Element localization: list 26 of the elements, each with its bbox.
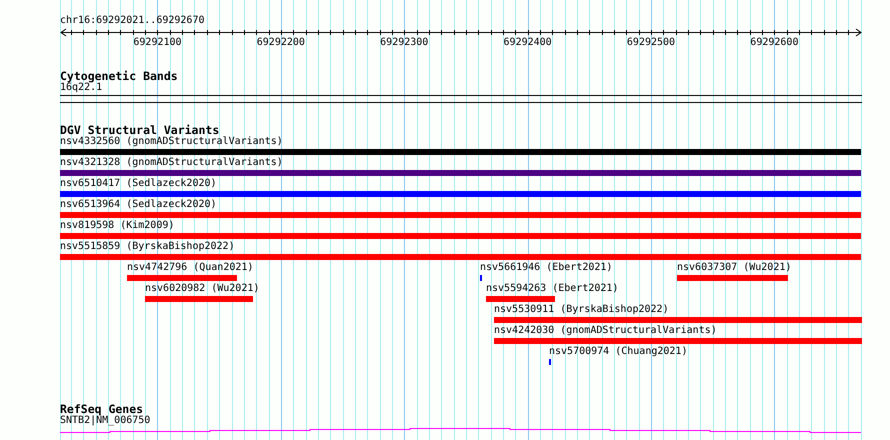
- variant-label: nsv4332560 (gnomADStructuralVariants): [60, 136, 283, 148]
- variant-label: nsv5515859 (ByrskaBishop2022): [60, 241, 235, 253]
- tick-label: 69292400: [504, 37, 552, 49]
- tick-label: 69292500: [626, 37, 676, 49]
- variant-label: nsv4742796 (Quan2021): [127, 262, 254, 274]
- variant-label: nsv6513964 (Sedlazeck2020): [60, 199, 217, 211]
- variant-label: nsv5661946 (Ebert2021): [480, 262, 612, 274]
- track-title: DGV Structural Variants: [60, 124, 220, 136]
- variant-label: nsv6020982 (Wu2021): [145, 283, 260, 295]
- variant-label: nsv4321328 (gnomADStructuralVariants): [60, 157, 283, 169]
- gene-label: SNTB2|NM_006750: [60, 415, 152, 427]
- tick-label: 69292600: [750, 37, 798, 49]
- tick-label: 69292100: [133, 37, 182, 49]
- track-title: Cytogenetic Bands: [60, 70, 179, 82]
- variant-label: nsv5530911 (ByrskaBishop2022): [494, 304, 669, 316]
- tick-label: 69292200: [256, 37, 305, 49]
- variant-label: nsv4242030 (gnomADStructuralVariants): [494, 325, 717, 337]
- variant-label: nsv819598 (Kim2009): [60, 220, 174, 232]
- variant-label: nsv6037307 (Wu2021): [677, 262, 792, 274]
- track-title: RefSeq Genes: [60, 403, 144, 415]
- tick-label: 69292300: [380, 37, 428, 49]
- variant-label: nsv5700974 (Chuang2021): [549, 346, 688, 358]
- variant-label: nsv5594263 (Ebert2021): [486, 283, 618, 295]
- position-label: chr16:69292021..69292670: [60, 15, 206, 27]
- band-label: 16q22.1: [60, 82, 102, 94]
- variant-label: nsv6510417 (Sedlazeck2020): [60, 178, 217, 190]
